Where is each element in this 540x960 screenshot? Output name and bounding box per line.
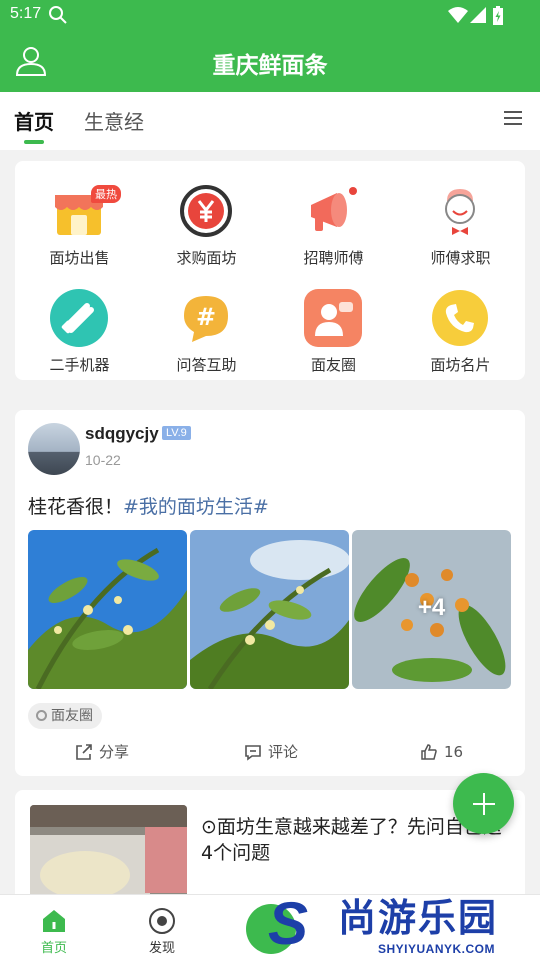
service-business-card[interactable]: 面坊名片: [397, 274, 524, 374]
wifi-icon: [448, 7, 468, 23]
megaphone-icon: [311, 187, 357, 231]
status-time: 5:17: [10, 5, 42, 22]
app-bar: 重庆鲜面条: [0, 32, 540, 92]
nav-home[interactable]: 首页: [9, 895, 99, 960]
tab-bar: 首页 生意经: [0, 92, 540, 150]
nav-discover-label: 发现: [148, 941, 175, 956]
service-label: 面友圈: [310, 356, 356, 374]
more-photos-count: +4: [417, 594, 446, 621]
hashtag-chat-icon: #: [184, 296, 228, 342]
post-date: 10-22: [85, 452, 121, 468]
noodle-shop-image: [30, 805, 187, 905]
comment-icon: [245, 745, 261, 761]
post-tag[interactable]: 面友圈: [28, 703, 102, 729]
post-body: 桂花香很！: [28, 496, 124, 518]
post-photo[interactable]: [28, 530, 187, 689]
service-label: 面坊出售: [49, 249, 110, 267]
phone-icon: [432, 290, 488, 346]
osmanthus-photo-image: [190, 530, 349, 689]
service-buy-mill[interactable]: 求购面坊: [143, 167, 270, 267]
share-label: 分享: [99, 743, 130, 761]
yen-icon: [180, 185, 232, 237]
share-button[interactable]: 分享: [75, 740, 129, 764]
watermark-brand: 尚游乐园: [338, 896, 499, 940]
service-qa[interactable]: # 问答互助: [143, 274, 270, 374]
status-bar: 5:17: [0, 0, 540, 32]
battery-icon: [493, 6, 503, 25]
service-noodle-friends[interactable]: 面友圈: [270, 274, 397, 374]
home-icon: [43, 910, 65, 932]
signal-icon: [470, 7, 486, 23]
avatar[interactable]: [28, 423, 80, 475]
hot-badge: 最热: [91, 185, 121, 203]
app-title: 重庆鲜面条: [212, 53, 328, 79]
post-username[interactable]: sdqgycjy: [85, 424, 159, 444]
nav-discover[interactable]: 发现: [117, 895, 207, 960]
add-post-button[interactable]: [453, 773, 514, 834]
svg-text:#: #: [196, 303, 216, 331]
service-label: 面坊名片: [430, 356, 491, 374]
service-label: 问答互助: [176, 356, 237, 374]
search-icon: [49, 6, 67, 24]
post-photo[interactable]: +4: [352, 530, 511, 689]
watermark-url: SHYIYUANYK.COM: [378, 942, 496, 956]
service-used-machines[interactable]: 二手机器: [16, 274, 143, 374]
service-mill-for-sale[interactable]: 最热 面坊出售: [16, 167, 143, 267]
service-hire-chef[interactable]: 招聘师傅: [270, 167, 397, 267]
watermark-logo: S 尚游乐园 SHYIYUANYK.COM: [262, 892, 540, 960]
nav-home-label: 首页: [40, 941, 67, 956]
like-button[interactable]: 16: [420, 740, 463, 764]
services-grid: 最热 面坊出售 求购面坊 招聘师傅 师傅求职 二手机器 # 问答互助 面友圈 面…: [15, 161, 525, 380]
thumbs-up-icon: [421, 744, 437, 760]
compass-icon: [149, 908, 175, 934]
tab-home[interactable]: 首页: [14, 106, 54, 135]
menu-icon[interactable]: [502, 108, 524, 128]
people-chat-icon: [304, 289, 362, 347]
comment-button[interactable]: 评论: [244, 740, 298, 764]
tab-business[interactable]: 生意经: [84, 106, 144, 135]
like-count: 16: [444, 743, 464, 761]
chef-icon: [445, 189, 475, 235]
service-label: 求购面坊: [176, 249, 237, 267]
post-photo[interactable]: [190, 530, 349, 689]
article-thumbnail: [30, 805, 187, 905]
tools-icon: [50, 289, 108, 347]
post-text: 桂花香很！#我的面坊生活#: [28, 492, 269, 519]
share-icon: [76, 744, 92, 760]
service-label: 二手机器: [49, 356, 110, 374]
post-tag-label: 面友圈: [51, 708, 93, 724]
level-badge: LV.9: [162, 426, 191, 440]
comment-label: 评论: [268, 743, 299, 761]
service-label: 师傅求职: [430, 249, 491, 267]
service-chef-seeking[interactable]: 师傅求职: [397, 167, 524, 267]
service-label: 招聘师傅: [303, 249, 364, 267]
watermark-s-icon: S: [268, 890, 309, 957]
tab-indicator: [24, 140, 44, 144]
circle-icon: [36, 710, 47, 721]
topic-link[interactable]: #我的面坊生活#: [123, 496, 269, 518]
osmanthus-photo-image: [28, 530, 187, 689]
post-card[interactable]: sdqgycjy LV.9 10-22 桂花香很！#我的面坊生活# +4 面友圈…: [15, 410, 525, 776]
